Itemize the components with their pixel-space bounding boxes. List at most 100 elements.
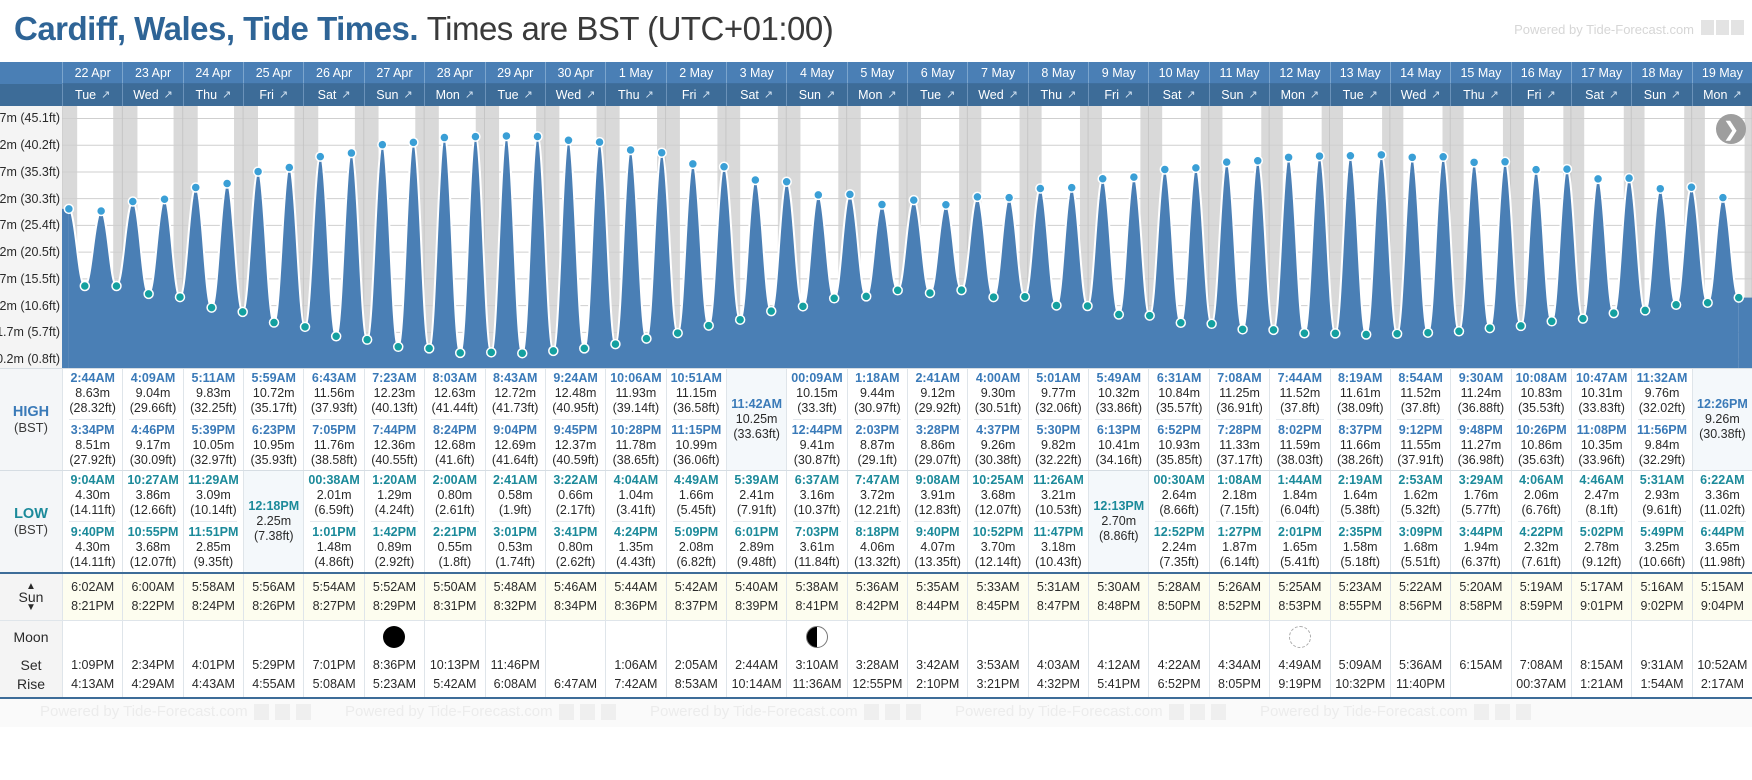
expand-arrow-icon[interactable]: ↗ xyxy=(1732,84,1741,106)
hi-cell-4[interactable]: 6:43AM 11.56m (37.93ft) 7:05PM 11.76m (38.58f… xyxy=(303,369,363,470)
lo-cell-7[interactable]: 2:41AM 0.58m (1.9ft) 3:01PM 0.53m (1.74ft) xyxy=(484,471,545,572)
weekday-cell-23[interactable]: Thu ↗ xyxy=(1450,84,1510,106)
date-cell-26[interactable]: 18 May xyxy=(1631,62,1692,84)
date-cell-25[interactable]: 17 May xyxy=(1570,62,1632,84)
hi-cell-14[interactable]: 2:41AM 9.12m (29.92ft) 3:28PM 8.86m (29.07ft) xyxy=(907,369,967,470)
date-cell-11[interactable]: 3 May xyxy=(725,62,787,84)
expand-arrow-icon[interactable]: ↗ xyxy=(1369,84,1378,106)
lo-cell-9[interactable]: 4:04AM 1.04m (3.41ft) 4:24PM 1.35m (4.43ft) xyxy=(605,471,665,572)
lo-cell-27[interactable]: 6:22AM 3.36m (11.02ft) 6:44PM 3.65m (11.98ft) xyxy=(1691,471,1752,572)
hi-cell-26[interactable]: 11:32AM 9.76m (32.02ft) 11:56PM 9.84m (32.29f… xyxy=(1631,369,1691,470)
hi-cell-22[interactable]: 8:54AM 11.52m (37.8ft) 9:12PM 11.55m (37.91ft… xyxy=(1389,369,1450,470)
expand-arrow-icon[interactable]: ↗ xyxy=(524,84,533,106)
weekday-cell-14[interactable]: Tue ↗ xyxy=(907,84,967,106)
expand-arrow-icon[interactable]: ↗ xyxy=(1609,84,1618,106)
lo-cell-15[interactable]: 10:25AM 3.68m (12.07ft) 10:52PM 3.70m (12.14f… xyxy=(967,471,1027,572)
hi-cell-1[interactable]: 4:09AM 9.04m (29.66ft) 4:46PM 9.17m (30.09ft) xyxy=(122,369,182,470)
date-cell-6[interactable]: 28 Apr xyxy=(424,62,485,84)
lo-cell-8[interactable]: 3:22AM 0.66m (2.17ft) 3:41PM 0.80m (2.62ft) xyxy=(544,471,605,572)
expand-arrow-icon[interactable]: ↗ xyxy=(645,84,654,106)
date-cell-10[interactable]: 2 May xyxy=(665,62,726,84)
weekday-cell-26[interactable]: Sun ↗ xyxy=(1631,84,1691,106)
hi-cell-27[interactable]: 12:26PM 9.26m (30.38ft) xyxy=(1691,369,1752,470)
hi-cell-7[interactable]: 8:43AM 12.72m (41.73ft) 9:04PM 12.69m (41.64f… xyxy=(484,369,545,470)
hi-cell-13[interactable]: 1:18AM 9.44m (30.97ft) 2:03PM 8.87m (29.1ft) xyxy=(846,369,907,470)
hi-cell-6[interactable]: 8:03AM 12.63m (41.44ft) 8:24PM 12.68m (41.6ft… xyxy=(424,369,484,470)
hi-cell-12[interactable]: 00:09AM 10.15m (33.3ft) 12:44PM 9.41m (30.87f… xyxy=(786,369,846,470)
weekday-cell-19[interactable]: Sun ↗ xyxy=(1208,84,1269,106)
lo-cell-21[interactable]: 2:19AM 1.64m (5.38ft) 2:35PM 1.58m (5.18ft) xyxy=(1329,471,1390,572)
lo-cell-2[interactable]: 11:29AM 3.09m (10.14ft) 11:51PM 2.85m (9.35ft… xyxy=(182,471,243,572)
weekday-cell-6[interactable]: Mon ↗ xyxy=(424,84,484,106)
date-cell-19[interactable]: 11 May xyxy=(1208,62,1270,84)
date-cell-14[interactable]: 6 May xyxy=(907,62,968,84)
date-cell-15[interactable]: 7 May xyxy=(967,62,1028,84)
expand-arrow-icon[interactable]: ↗ xyxy=(701,84,710,106)
lo-cell-18[interactable]: 00:30AM 2.64m (8.66ft) 12:52PM 2.24m (7.35ft) xyxy=(1148,471,1208,572)
expand-arrow-icon[interactable]: ↗ xyxy=(403,84,412,106)
weekday-cell-4[interactable]: Sat ↗ xyxy=(303,84,363,106)
hi-cell-9[interactable]: 10:06AM 11.93m (39.14ft) 10:28PM 11.78m (38.6… xyxy=(605,369,665,470)
expand-arrow-icon[interactable]: ↗ xyxy=(341,84,350,106)
hi-cell-15[interactable]: 4:00AM 9.30m (30.51ft) 4:37PM 9.26m (30.38ft) xyxy=(967,369,1027,470)
date-cell-8[interactable]: 30 Apr xyxy=(544,62,606,84)
expand-arrow-icon[interactable]: ↗ xyxy=(1009,84,1018,106)
lo-cell-13[interactable]: 7:47AM 3.72m (12.21ft) 8:18PM 4.06m (13.32ft) xyxy=(846,471,907,572)
hi-cell-18[interactable]: 6:31AM 10.84m (35.57ft) 6:52PM 10.93m (35.85f… xyxy=(1148,369,1208,470)
hi-cell-25[interactable]: 10:47AM 10.31m (33.83ft) 11:08PM 10.35m (33.9… xyxy=(1570,369,1631,470)
hi-cell-2[interactable]: 5:11AM 9.83m (32.25ft) 5:39PM 10.05m (32.97ft… xyxy=(182,369,243,470)
lo-cell-26[interactable]: 5:31AM 2.93m (9.61ft) 5:49PM 3.25m (10.66ft) xyxy=(1631,471,1691,572)
weekday-cell-27[interactable]: Mon ↗ xyxy=(1691,84,1752,106)
weekday-cell-12[interactable]: Sun ↗ xyxy=(786,84,846,106)
lo-cell-23[interactable]: 3:29AM 1.76m (5.77ft) 3:44PM 1.94m (6.37ft) xyxy=(1450,471,1510,572)
expand-arrow-icon[interactable]: ↗ xyxy=(1546,84,1555,106)
date-cell-3[interactable]: 25 Apr xyxy=(243,62,304,84)
weekday-cell-18[interactable]: Sat ↗ xyxy=(1148,84,1208,106)
weekday-cell-10[interactable]: Fri ↗ xyxy=(665,84,726,106)
hi-cell-24[interactable]: 10:08AM 10.83m (35.53ft) 10:26PM 10.86m (35.6… xyxy=(1510,369,1571,470)
date-cell-1[interactable]: 23 Apr xyxy=(122,62,183,84)
weekday-cell-11[interactable]: Sat ↗ xyxy=(725,84,786,106)
lo-cell-6[interactable]: 2:00AM 0.80m (2.61ft) 2:21PM 0.55m (1.8ft) xyxy=(424,471,484,572)
hi-cell-0[interactable]: 2:44AM 8.63m (28.32ft) 3:34PM 8.51m (27.92ft) xyxy=(62,369,122,470)
date-cell-0[interactable]: 22 Apr xyxy=(62,62,123,84)
expand-arrow-icon[interactable]: ↗ xyxy=(101,84,110,106)
expand-arrow-icon[interactable]: ↗ xyxy=(1067,84,1076,106)
date-cell-20[interactable]: 12 May xyxy=(1269,62,1330,84)
hi-cell-5[interactable]: 7:23AM 12.23m (40.13ft) 7:44PM 12.36m (40.55f… xyxy=(363,369,424,470)
weekday-cell-16[interactable]: Thu ↗ xyxy=(1027,84,1088,106)
date-cell-17[interactable]: 9 May xyxy=(1088,62,1149,84)
weekday-cell-25[interactable]: Sat ↗ xyxy=(1570,84,1631,106)
expand-arrow-icon[interactable]: ↗ xyxy=(465,84,474,106)
expand-arrow-icon[interactable]: ↗ xyxy=(164,84,173,106)
expand-arrow-icon[interactable]: ↗ xyxy=(1249,84,1258,106)
weekday-cell-24[interactable]: Fri ↗ xyxy=(1510,84,1571,106)
weekday-cell-15[interactable]: Wed ↗ xyxy=(967,84,1027,106)
expand-arrow-icon[interactable]: ↗ xyxy=(222,84,231,106)
hi-cell-10[interactable]: 10:51AM 11.15m (36.58ft) 11:15PM 10.99m (36.0… xyxy=(665,369,726,470)
hi-cell-16[interactable]: 5:01AM 9.77m (32.06ft) 5:30PM 9.82m (32.22ft) xyxy=(1027,369,1088,470)
hi-cell-23[interactable]: 9:30AM 11.24m (36.88ft) 9:48PM 11.27m (36.98f… xyxy=(1450,369,1510,470)
weekday-cell-21[interactable]: Tue ↗ xyxy=(1329,84,1390,106)
date-cell-27[interactable]: 19 May xyxy=(1691,62,1752,84)
weekday-cell-3[interactable]: Fri ↗ xyxy=(243,84,303,106)
hi-cell-17[interactable]: 5:49AM 10.32m (33.86ft) 6:13PM 10.41m (34.16f… xyxy=(1088,369,1148,470)
date-cell-13[interactable]: 5 May xyxy=(846,62,908,84)
lo-cell-16[interactable]: 11:26AM 3.21m (10.53ft) 11:47PM 3.18m (10.43f… xyxy=(1027,471,1088,572)
weekday-cell-17[interactable]: Fri ↗ xyxy=(1088,84,1148,106)
expand-arrow-icon[interactable]: ↗ xyxy=(1490,84,1499,106)
lo-cell-12[interactable]: 6:37AM 3.16m (10.37ft) 7:03PM 3.61m (11.84ft) xyxy=(786,471,846,572)
next-period-button[interactable]: ❯ xyxy=(1716,114,1746,144)
expand-arrow-icon[interactable]: ↗ xyxy=(1431,84,1440,106)
weekday-cell-5[interactable]: Sun ↗ xyxy=(363,84,424,106)
expand-arrow-icon[interactable]: ↗ xyxy=(586,84,595,106)
weekday-cell-13[interactable]: Mon ↗ xyxy=(846,84,907,106)
date-cell-9[interactable]: 1 May xyxy=(605,62,666,84)
hi-cell-11[interactable]: 11:42AM 10.25m (33.63ft) xyxy=(725,369,787,470)
lo-cell-4[interactable]: 00:38AM 2.01m (6.59ft) 1:01PM 1.48m (4.86ft) xyxy=(303,471,363,572)
date-cell-16[interactable]: 8 May xyxy=(1027,62,1089,84)
date-cell-22[interactable]: 14 May xyxy=(1389,62,1451,84)
hi-cell-20[interactable]: 7:44AM 11.52m (37.8ft) 8:02PM 11.59m (38.03ft… xyxy=(1269,369,1329,470)
lo-cell-5[interactable]: 1:20AM 1.29m (4.24ft) 1:42PM 0.89m (2.92ft) xyxy=(363,471,424,572)
lo-cell-20[interactable]: 1:44AM 1.84m (6.04ft) 2:01PM 1.65m (5.41ft) xyxy=(1269,471,1329,572)
